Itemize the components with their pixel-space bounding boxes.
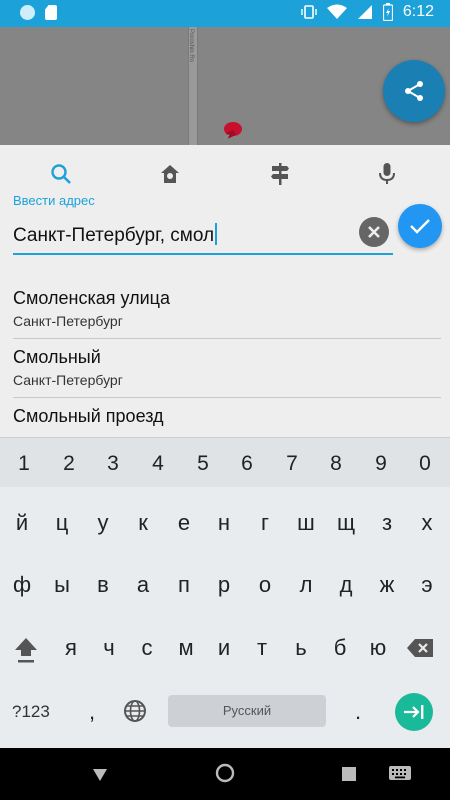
key-letter[interactable]: ч xyxy=(89,635,129,661)
key-letter[interactable]: ь xyxy=(281,635,321,661)
suggestion-subtitle: Санкт-Петербург xyxy=(13,313,123,329)
road-label: Poroshin Ro xyxy=(188,29,194,63)
key-letter[interactable]: ф xyxy=(2,572,42,598)
suggestion-title: Смольный проезд xyxy=(13,406,164,426)
key-letter[interactable]: к xyxy=(123,510,163,536)
list-item[interactable]: Смольный Санкт-Петербург xyxy=(13,339,441,398)
key-2[interactable]: 2 xyxy=(49,452,89,476)
circle-icon xyxy=(20,5,35,20)
space-key[interactable]: Русский xyxy=(168,695,326,727)
key-letter[interactable]: ы xyxy=(42,572,82,598)
shift-icon xyxy=(15,638,37,663)
key-letter[interactable]: ц xyxy=(42,510,82,536)
key-1[interactable]: 1 xyxy=(4,452,44,476)
key-letter[interactable]: з xyxy=(367,510,407,536)
suggestion-title: Смоленская улица xyxy=(13,288,170,308)
suggestion-title: Смольный xyxy=(13,347,101,367)
key-8[interactable]: 8 xyxy=(316,452,356,476)
key-letter[interactable]: д xyxy=(326,572,366,598)
clear-input-button[interactable] xyxy=(359,217,389,247)
key-letter[interactable]: э xyxy=(407,572,447,598)
enter-key[interactable] xyxy=(395,693,433,731)
sd-card-icon xyxy=(45,5,57,20)
address-input[interactable]: Санкт-Петербург, смол xyxy=(13,217,393,255)
signal-icon xyxy=(357,5,372,19)
key-letter[interactable]: т xyxy=(242,635,282,661)
signpost-icon xyxy=(271,163,289,185)
wifi-icon xyxy=(326,4,347,19)
key-letter[interactable]: г xyxy=(245,510,285,536)
comma-key[interactable]: , xyxy=(72,699,112,725)
search-icon xyxy=(51,164,71,184)
clock: 6:12 xyxy=(402,3,434,20)
key-7[interactable]: 7 xyxy=(272,452,312,476)
period-key[interactable]: . xyxy=(338,699,378,725)
navigation-bar xyxy=(0,748,450,800)
keyboard: 1 2 3 4 5 6 7 8 9 0 й ц у к е н г ш щ з … xyxy=(0,437,450,748)
enter-icon xyxy=(404,705,424,719)
key-letter[interactable]: е xyxy=(164,510,204,536)
symbols-key[interactable]: ?123 xyxy=(12,702,50,722)
tab-search[interactable] xyxy=(41,159,81,189)
key-letter[interactable]: щ xyxy=(326,510,366,536)
check-icon xyxy=(410,219,430,234)
vibrate-icon xyxy=(301,5,317,19)
back-icon[interactable] xyxy=(92,768,108,782)
key-letter[interactable]: л xyxy=(286,572,326,598)
key-letter[interactable]: ж xyxy=(367,572,407,598)
globe-icon xyxy=(124,700,146,722)
key-letter[interactable]: а xyxy=(123,572,163,598)
share-button[interactable] xyxy=(383,60,445,122)
key-letter[interactable]: у xyxy=(83,510,123,536)
key-5[interactable]: 5 xyxy=(183,452,223,476)
list-item[interactable]: Смоленская улица Санкт-Петербург xyxy=(13,280,441,339)
suggestion-list: Смоленская улица Санкт-Петербург Смольны… xyxy=(13,280,441,457)
home-pin-icon xyxy=(161,165,179,183)
key-letter[interactable]: о xyxy=(245,572,285,598)
key-0[interactable]: 0 xyxy=(405,452,445,476)
key-3[interactable]: 3 xyxy=(93,452,133,476)
key-letter[interactable]: ю xyxy=(358,635,398,661)
tab-voice[interactable] xyxy=(367,159,407,189)
key-letter[interactable]: с xyxy=(127,635,167,661)
key-letter[interactable]: й xyxy=(2,510,42,536)
close-icon xyxy=(368,226,380,238)
key-letter[interactable]: н xyxy=(204,510,244,536)
recents-icon[interactable] xyxy=(342,767,356,781)
address-input-value[interactable]: Санкт-Петербург, смол xyxy=(13,223,218,247)
home-icon[interactable] xyxy=(215,763,235,783)
key-letter[interactable]: я xyxy=(51,635,91,661)
shift-key[interactable] xyxy=(12,634,42,664)
key-letter[interactable]: и xyxy=(204,635,244,661)
confirm-button[interactable] xyxy=(398,204,442,248)
key-letter[interactable]: х xyxy=(407,510,447,536)
map-view[interactable]: Poroshin Ro xyxy=(0,27,450,145)
backspace-icon xyxy=(407,639,433,657)
key-letter[interactable]: б xyxy=(320,635,360,661)
number-row: 1 2 3 4 5 6 7 8 9 0 xyxy=(0,437,450,487)
key-letter[interactable]: в xyxy=(83,572,123,598)
tab-bar: Ввести адрес xyxy=(0,145,450,208)
key-9[interactable]: 9 xyxy=(361,452,401,476)
tab-directions[interactable] xyxy=(260,159,300,189)
status-bar: 6:12 xyxy=(0,0,450,27)
text-caret xyxy=(215,223,218,245)
keyboard-switch-icon[interactable] xyxy=(389,766,411,782)
battery-charging-icon xyxy=(382,3,393,21)
search-panel: Ввести адрес Санкт-Петербург, смол Смоле… xyxy=(0,145,450,445)
microphone-icon xyxy=(379,163,395,184)
key-letter[interactable]: м xyxy=(166,635,206,661)
language-key[interactable] xyxy=(123,699,147,723)
map-pin-icon[interactable] xyxy=(217,119,245,145)
tab-home[interactable] xyxy=(150,159,190,189)
key-4[interactable]: 4 xyxy=(138,452,178,476)
key-letter[interactable]: ш xyxy=(286,510,326,536)
key-6[interactable]: 6 xyxy=(227,452,267,476)
backspace-key[interactable] xyxy=(406,637,438,661)
key-letter[interactable]: р xyxy=(204,572,244,598)
key-letter[interactable]: п xyxy=(164,572,204,598)
active-tab-label: Ввести адрес xyxy=(13,193,95,208)
suggestion-subtitle: Санкт-Петербург xyxy=(13,372,123,388)
share-icon xyxy=(405,81,423,101)
